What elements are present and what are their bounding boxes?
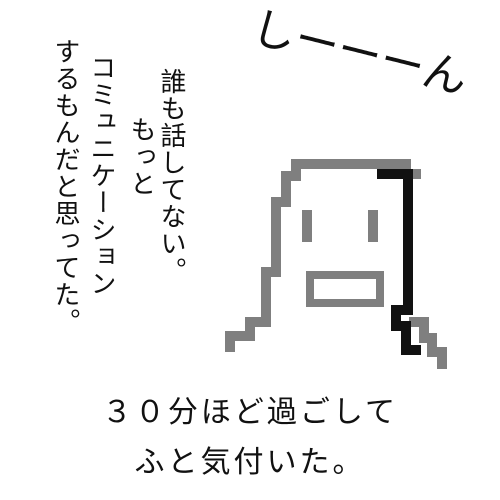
narration-line-3: コミュニケーション (86, 54, 116, 297)
figure-right-eye (368, 210, 378, 242)
narration-line-4: するもんだと思ってた。 (50, 38, 80, 335)
figure-right-flare (409, 317, 447, 369)
silence-sound-effect: しーーーん (246, 2, 473, 105)
figure-mouth (306, 271, 384, 307)
narration-line-2: もっと (126, 116, 156, 197)
figure-left-eye (302, 210, 312, 242)
caption-line-2: ふと気付いた。 (134, 445, 366, 480)
narration-line-1: 誰も話してない。 (156, 68, 186, 284)
caption-line-1: ３０分ほど過ごして (101, 395, 399, 430)
pixel-ghost-figure (225, 159, 447, 369)
figure-hair-strand (377, 169, 421, 355)
figure-body-outline (225, 159, 421, 352)
